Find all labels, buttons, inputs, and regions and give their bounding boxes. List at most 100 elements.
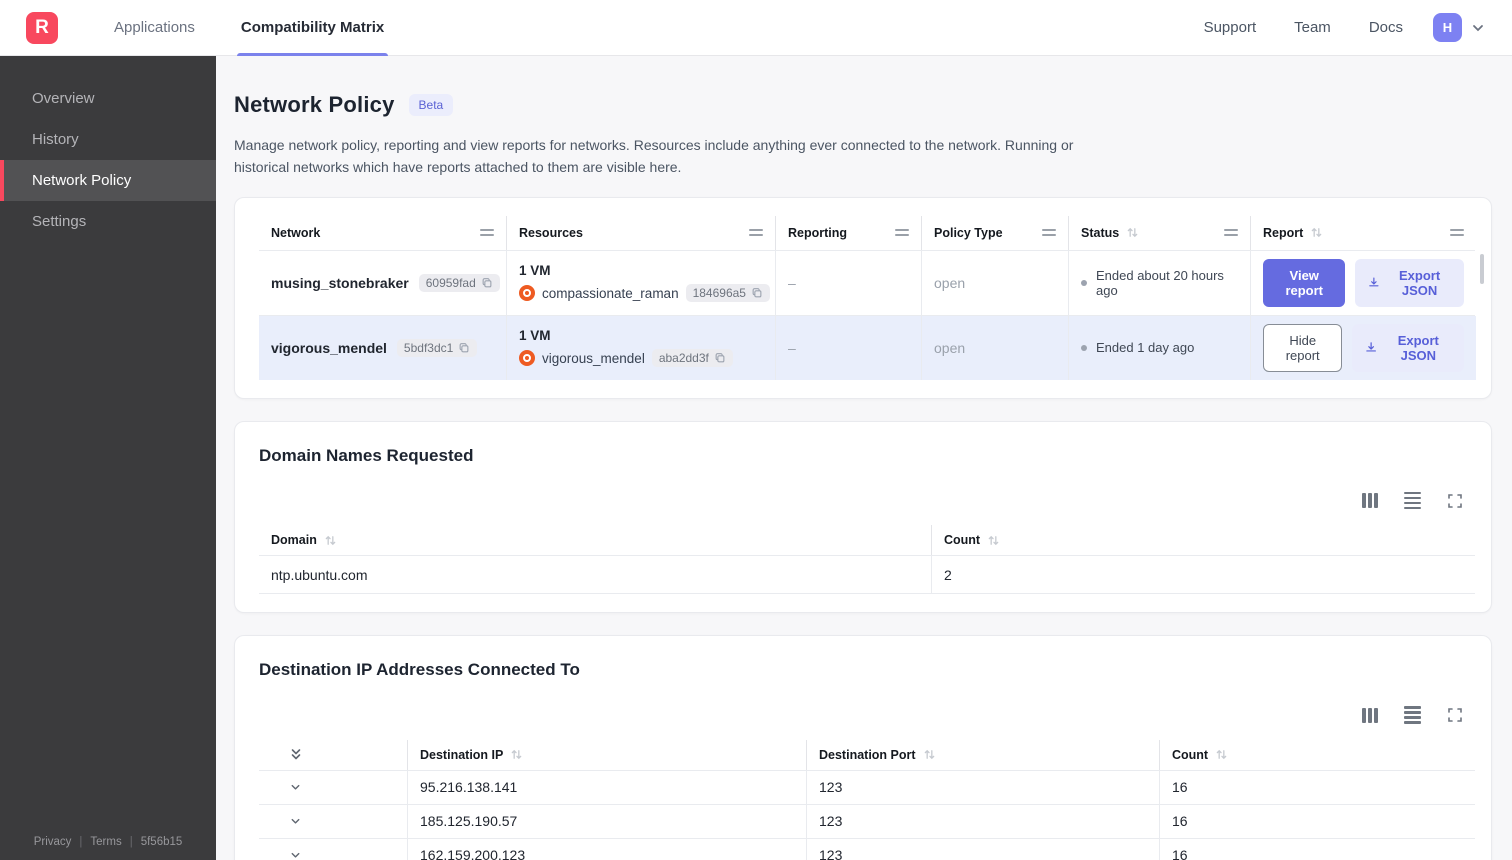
tab-applications[interactable]: Applications [110,0,199,56]
sidebar-item-settings[interactable]: Settings [0,201,216,242]
column-header-status[interactable]: Status [1069,215,1251,250]
sidebar-footer: Privacy | Terms | 5f56b15 [0,836,216,860]
column-header-network[interactable]: Network [259,215,507,250]
page-description: Manage network policy, reporting and vie… [234,137,1074,176]
chevron-down-icon[interactable] [1470,20,1486,36]
sort-icon[interactable] [1310,226,1323,239]
network-id-pill: 60959fad [418,273,500,292]
expand-row-icon[interactable] [289,815,302,828]
status-text: Ended 1 day ago [1096,340,1195,356]
port-cell: 123 [806,838,1159,860]
main-content: Network Policy Beta Manage network polic… [216,56,1512,860]
download-icon [1369,277,1379,287]
footer-divider: | [79,836,83,848]
domains-card: Domain Names Requested Domain Count ntp.… [234,420,1492,614]
expand-row-icon[interactable] [289,781,302,794]
column-header-domain[interactable]: Domain [259,525,931,555]
support-link[interactable]: Support [1204,19,1257,36]
policy-type-cell: open [922,250,1069,315]
count-cell: 16 [1159,838,1476,860]
export-json-button[interactable]: Export JSON [1352,323,1464,372]
status-cell: Ended 1 day ago [1069,315,1251,380]
ip-row[interactable]: 162.159.200.123 123 16 [259,837,1476,860]
app-logo[interactable]: R [26,11,58,44]
expander-cell [259,839,407,860]
ip-row[interactable]: 185.125.190.57 123 16 [259,803,1476,838]
copy-icon[interactable] [458,342,470,354]
row-density-icon[interactable] [1404,491,1421,510]
column-resize-handle-icon[interactable] [1450,229,1464,237]
fullscreen-icon[interactable] [1447,706,1463,724]
ip-cell: 95.216.138.141 [407,770,806,804]
ips-table-header: Destination IP Destination Port Count [259,739,1476,770]
download-icon [1366,342,1377,352]
reporting-cell: – [776,315,922,380]
domains-table-header: Domain Count [259,525,1476,556]
columns-icon[interactable] [1362,492,1378,510]
domain-row[interactable]: ntp.ubuntu.com 2 [259,555,1475,595]
sidebar-item-overview[interactable]: Overview [0,78,216,119]
status-dot-icon [1081,279,1087,286]
network-row[interactable]: musing_stonebraker 60959fad 1 VM compass… [259,249,1475,315]
column-header-destination-port[interactable]: Destination Port [806,739,1159,770]
network-name: musing_stonebraker [271,274,409,291]
resources-cell: 1 VM vigorous_mendel aba2dd3f [507,315,776,380]
team-link[interactable]: Team [1294,19,1331,36]
column-header-report[interactable]: Report [1251,216,1476,250]
column-resize-handle-icon[interactable] [895,229,909,237]
network-row[interactable]: vigorous_mendel 5bdf3dc1 1 VM vigorous_m… [259,314,1476,380]
resource-id: 184696a5 [692,286,746,301]
export-json-button[interactable]: Export JSON [1355,258,1464,307]
expand-all-icon[interactable] [289,747,303,762]
page-title: Network Policy [234,92,395,117]
sort-icon[interactable] [324,534,337,547]
column-resize-handle-icon[interactable] [749,229,763,237]
sidebar-item-history[interactable]: History [0,119,216,160]
privacy-link[interactable]: Privacy [34,836,72,848]
network-id: 5bdf3dc1 [403,340,454,355]
sort-icon[interactable] [1215,748,1228,761]
copy-icon[interactable] [481,277,493,289]
table-scrollbar[interactable] [1480,253,1484,284]
column-header-count[interactable]: Count [931,525,1476,556]
section-title-domains: Domain Names Requested [259,445,474,465]
sort-icon[interactable] [987,534,1000,547]
column-header-policy-type[interactable]: Policy Type [922,215,1069,250]
hide-report-button[interactable]: Hide report [1263,323,1343,372]
ip-cell: 185.125.190.57 [407,804,806,838]
destination-ips-card: Destination IP Addresses Connected To De… [234,635,1492,860]
build-version: 5f56b15 [140,836,183,848]
table-toolbar [259,491,1475,510]
avatar[interactable]: H [1433,13,1462,42]
sort-icon[interactable] [1126,226,1139,239]
reporting-cell: – [776,250,922,315]
columns-icon[interactable] [1362,706,1378,724]
row-density-icon[interactable] [1404,706,1421,724]
copy-icon[interactable] [751,287,763,299]
sort-icon[interactable] [510,748,523,761]
count-cell: 16 [1159,804,1476,838]
column-label: Destination IP [420,747,504,762]
ip-row[interactable]: 95.216.138.141 123 16 [259,769,1476,804]
sort-icon[interactable] [923,748,936,761]
top-navigation: R Applications Compatibility Matrix Supp… [0,0,1512,56]
column-label: Domain [271,533,317,548]
view-report-button[interactable]: View report [1263,258,1346,307]
column-header-resources[interactable]: Resources [507,215,776,250]
column-resize-handle-icon[interactable] [1224,229,1238,237]
ubuntu-icon [519,350,535,367]
column-header-destination-ip[interactable]: Destination IP [407,739,806,770]
tab-compatibility-matrix[interactable]: Compatibility Matrix [236,0,389,56]
column-header-count[interactable]: Count [1159,739,1476,770]
count-cell: 16 [1159,770,1476,804]
column-header-reporting[interactable]: Reporting [776,215,922,250]
terms-link[interactable]: Terms [90,836,121,848]
column-resize-handle-icon[interactable] [1042,229,1056,237]
docs-link[interactable]: Docs [1369,19,1403,36]
fullscreen-icon[interactable] [1447,492,1463,510]
network-id: 60959fad [425,275,476,290]
column-resize-handle-icon[interactable] [480,229,494,237]
expand-row-icon[interactable] [289,849,302,860]
sidebar-item-network-policy[interactable]: Network Policy [0,160,216,201]
copy-icon[interactable] [714,352,726,364]
